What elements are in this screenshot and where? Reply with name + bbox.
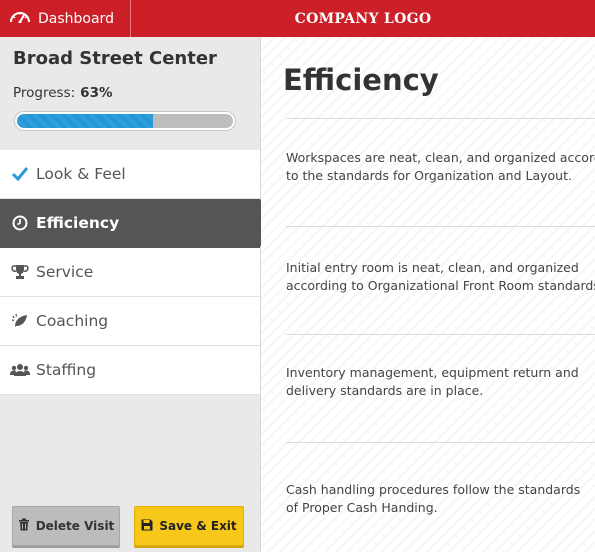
criterion-line: according to Organizational Front Room s… (286, 278, 595, 293)
nav-item-label: Look & Feel (36, 165, 126, 183)
criterion-line: of Proper Cash Handing. (286, 500, 438, 515)
company-logo: COMPANY LOGO (294, 10, 432, 27)
sidebar: Broad Street Center Progress: 63% Look & … (0, 37, 275, 552)
floppy-disk-icon (141, 519, 159, 534)
progress-track (17, 114, 233, 128)
delete-visit-label: Delete Visit (35, 519, 115, 533)
nav-item-label: Efficiency (36, 214, 120, 232)
progress-fill (17, 114, 154, 128)
progress-value: 63% (80, 85, 113, 101)
nav-item-label: Coaching (36, 312, 109, 330)
delete-visit-button[interactable]: Delete Visit (12, 506, 120, 546)
criterion-line: Workspaces are neat, clean, and organize… (286, 150, 595, 165)
criterion-line: Initial entry room is neat, clean, and o… (286, 260, 579, 275)
nav-item-service[interactable]: Service (0, 248, 260, 297)
criterion-item[interactable]: Initial entry room is neat, clean, and o… (286, 259, 595, 295)
speedometer-icon (10, 11, 38, 27)
group-icon (10, 360, 30, 380)
criterion-line: delivery standards are in place. (286, 383, 484, 398)
nav-item-label: Staffing (36, 361, 97, 379)
criterion-item[interactable]: Inventory management, equipment return a… (286, 364, 595, 400)
main-panel: Efficiency Workspaces are neat, clean, a… (261, 37, 595, 552)
nav-item-label: Service (36, 263, 94, 281)
divider (286, 334, 595, 335)
nav-item-coaching[interactable]: Coaching (0, 297, 260, 346)
criterion-item[interactable]: Cash handling procedures follow the stan… (286, 481, 595, 517)
page-title: Efficiency (283, 63, 439, 97)
top-bar: Dashboard COMPANY LOGO (0, 0, 595, 37)
divider (286, 442, 595, 443)
center-name: Broad Street Center (13, 48, 217, 69)
dashboard-link[interactable]: Dashboard (0, 0, 131, 37)
criterion-line: Inventory management, equipment return a… (286, 365, 579, 380)
divider (286, 226, 595, 227)
checkmark-icon (10, 164, 30, 184)
nav-item-look-and-feel[interactable]: Look & Feel (0, 150, 260, 199)
trash-icon (18, 518, 36, 534)
progress-bar (14, 111, 236, 131)
nav-item-staffing[interactable]: Staffing (0, 346, 260, 395)
save-exit-label: Save & Exit (159, 519, 237, 533)
section-nav: Look & Feel Efficiency Service Coaching … (0, 150, 275, 395)
dashboard-label: Dashboard (38, 10, 114, 27)
nav-item-efficiency[interactable]: Efficiency (0, 199, 275, 248)
clock-icon (10, 213, 30, 233)
criterion-line: Cash handling procedures follow the stan… (286, 482, 581, 497)
save-exit-button[interactable]: Save & Exit (134, 506, 244, 546)
trophy-icon (10, 262, 30, 282)
progress-label-row: Progress: 63% (13, 85, 113, 101)
divider (286, 118, 595, 119)
criterion-line: to the standards for Organization and La… (286, 168, 572, 183)
criterion-item[interactable]: Workspaces are neat, clean, and organize… (286, 149, 595, 185)
progress-label: Progress: (13, 85, 76, 101)
leaf-icon (10, 311, 30, 331)
